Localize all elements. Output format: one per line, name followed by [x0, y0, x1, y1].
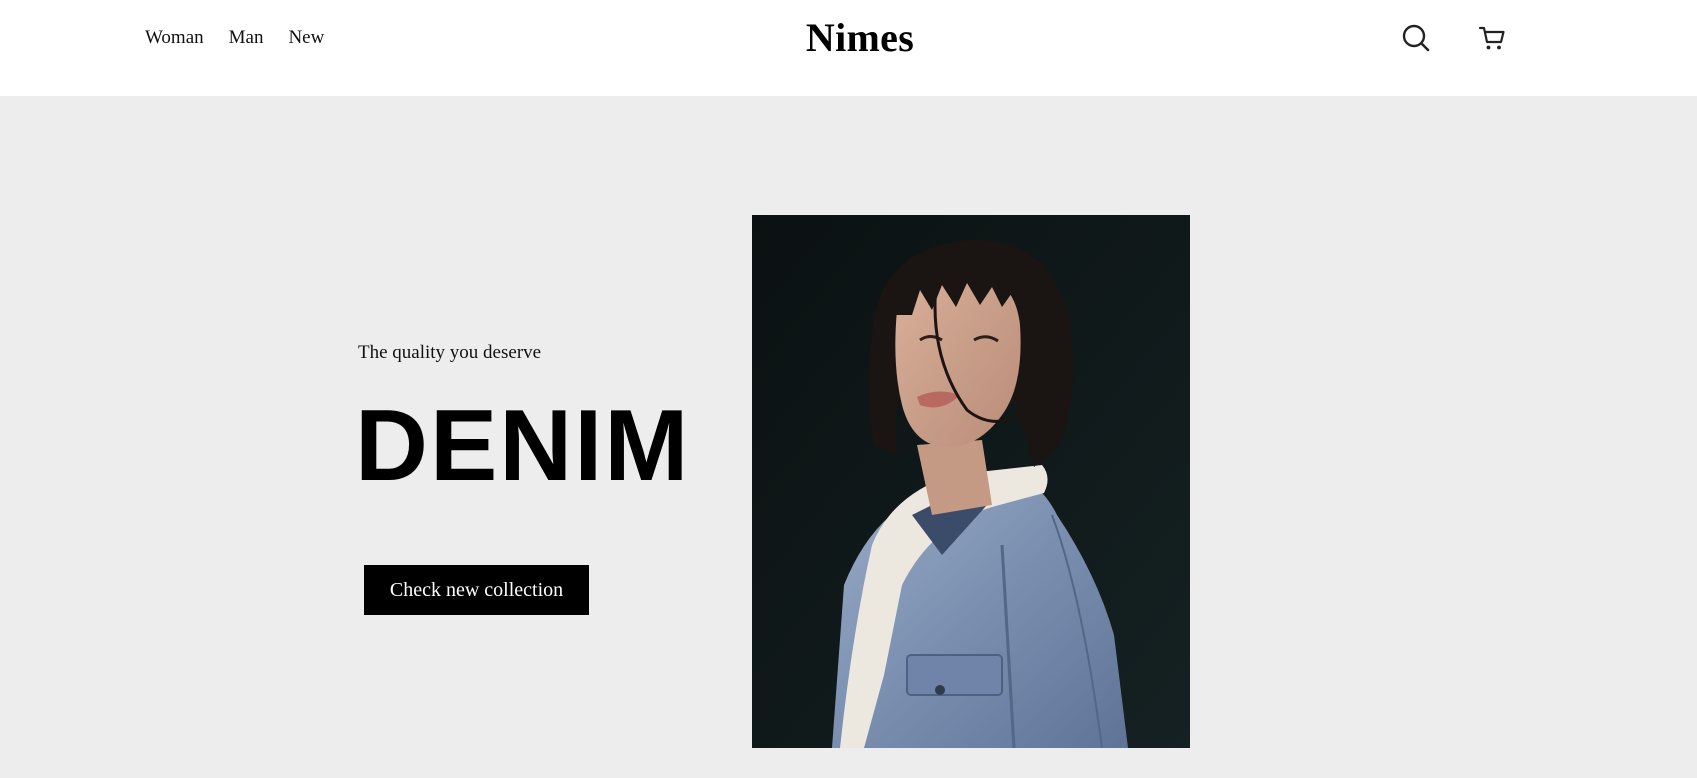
search-button[interactable]	[1400, 22, 1432, 54]
hero-headline: DENIM	[355, 390, 691, 502]
site-header: Woman Man New Nimes	[0, 0, 1697, 96]
cart-icon	[1478, 26, 1505, 50]
search-icon	[1402, 24, 1430, 52]
brand-logo[interactable]: Nimes	[0, 14, 1697, 61]
page: Woman Man New Nimes The quality you dese…	[0, 0, 1697, 778]
cart-button[interactable]	[1476, 22, 1508, 54]
hero-section: The quality you deserve DENIM Check new …	[0, 96, 1697, 778]
woman-denim-jacket-illustration	[752, 215, 1190, 748]
hero-photo	[752, 215, 1190, 748]
check-new-collection-button[interactable]: Check new collection	[364, 565, 589, 615]
hero-tagline: The quality you deserve	[358, 342, 542, 363]
